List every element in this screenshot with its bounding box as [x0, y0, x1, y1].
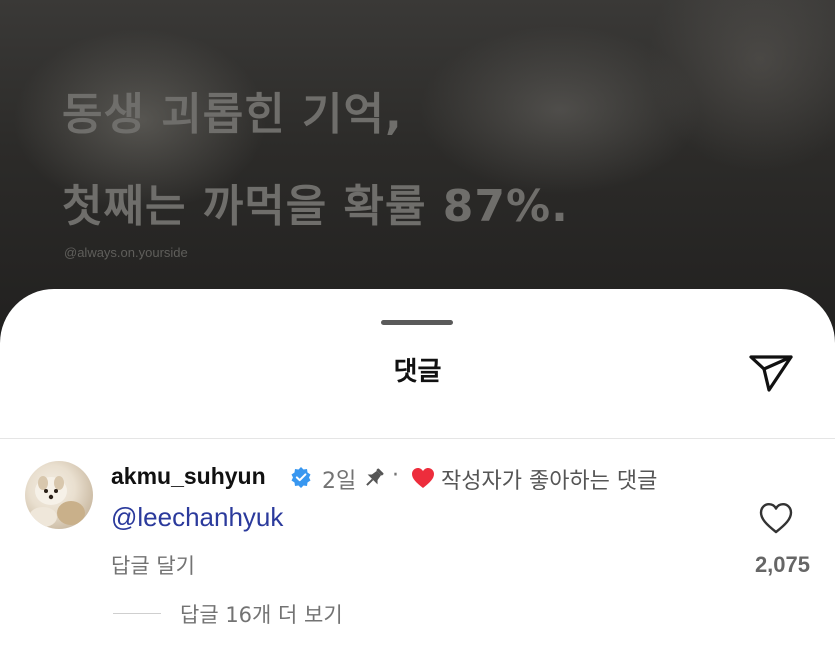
thread-line	[113, 613, 161, 614]
separator-dot: ·	[392, 463, 399, 488]
comment-time: 2일	[322, 469, 357, 494]
sheet-title: 댓글	[393, 357, 442, 387]
comments-sheet: 댓글 akmu_suhyun 2일 · 작성자가 좋아하는 댓글 @leecha…	[0, 289, 835, 652]
overlay-text-line-2: 첫째는 까먹을 확률 87%.	[62, 181, 569, 232]
comment-username[interactable]: akmu_suhyun	[111, 463, 266, 490]
liked-by-author-label: 작성자가 좋아하는 댓글	[441, 469, 658, 494]
watermark: @always.on.yourside	[64, 245, 188, 260]
reply-button[interactable]: 답글 달기	[111, 550, 195, 580]
comment-mention-link[interactable]: @leechanhyuk	[111, 502, 283, 533]
avatar[interactable]	[25, 461, 93, 529]
red-heart-icon	[411, 467, 435, 489]
like-heart-icon[interactable]	[758, 501, 794, 535]
verified-badge-icon	[290, 466, 312, 488]
post-background-image: 동생 괴롭힌 기억, 첫째는 까먹을 확률 87%. @always.on.yo…	[0, 0, 835, 330]
header-divider	[0, 438, 835, 439]
overlay-text-line-1: 동생 괴롭힌 기억,	[62, 89, 403, 140]
like-count: 2,075	[754, 552, 810, 577]
view-replies-button[interactable]: 답글 16개 더 보기	[180, 599, 343, 629]
drag-handle[interactable]	[381, 320, 453, 325]
paper-plane-icon[interactable]	[747, 348, 795, 396]
pin-icon	[362, 466, 386, 490]
